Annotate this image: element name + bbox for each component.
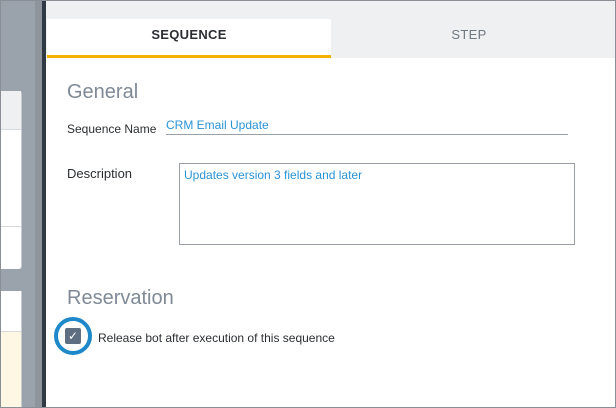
section-heading-reservation: Reservation bbox=[67, 287, 174, 309]
screenshot-frame: SEQUENCE STEP General Sequence Name Desc… bbox=[0, 0, 616, 408]
sequence-properties-panel: SEQUENCE STEP General Sequence Name Desc… bbox=[46, 1, 615, 407]
description-label: Description bbox=[67, 166, 133, 181]
background-card-header bbox=[1, 291, 21, 332]
sequence-name-input[interactable] bbox=[166, 116, 568, 135]
tab-sequence[interactable]: SEQUENCE bbox=[47, 19, 331, 58]
background-card bbox=[1, 91, 22, 269]
tab-bar: SEQUENCE STEP bbox=[46, 1, 615, 58]
panel-resize-handle[interactable] bbox=[35, 1, 42, 407]
tab-step[interactable]: STEP bbox=[331, 19, 607, 55]
background-card-divider bbox=[1, 226, 21, 227]
background-card bbox=[1, 291, 22, 407]
section-heading-general: General bbox=[67, 81, 139, 103]
checkbox-highlight-ring: ✓ bbox=[54, 317, 92, 355]
description-textarea[interactable]: Updates version 3 fields and later bbox=[179, 163, 575, 245]
check-icon: ✓ bbox=[67, 329, 79, 343]
release-bot-checkbox[interactable]: ✓ bbox=[65, 328, 81, 344]
release-bot-label[interactable]: Release bot after execution of this sequ… bbox=[98, 331, 335, 345]
sequence-name-label: Sequence Name bbox=[67, 122, 157, 136]
background-card-header bbox=[1, 91, 21, 130]
